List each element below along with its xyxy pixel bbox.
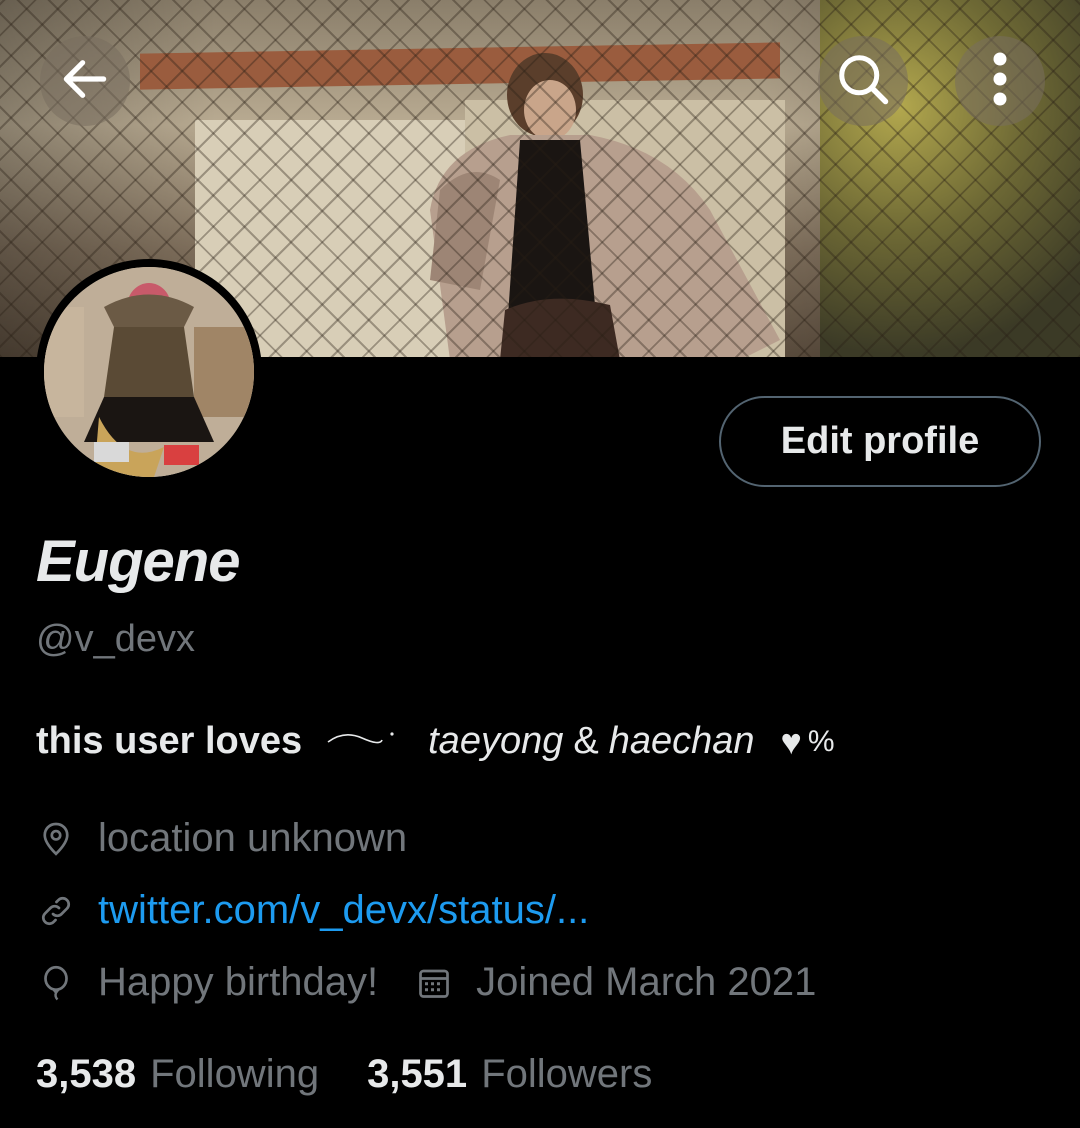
follow-stats: 3,538 Following 3,551 Followers (36, 1052, 652, 1097)
arrow-left-icon (57, 51, 113, 112)
joined-date-text: Joined March 2021 (476, 960, 817, 1004)
bio-ampersand: & (573, 720, 599, 762)
avatar[interactable] (44, 267, 254, 477)
user-handle: @v_devx (36, 618, 195, 660)
followers-link[interactable]: 3,551 Followers (367, 1052, 652, 1097)
following-label: Following (150, 1052, 320, 1096)
calendar-icon (414, 963, 454, 1003)
website-link[interactable]: twitter.com/v_devx/status/... (98, 888, 589, 933)
location-pin-icon (36, 819, 76, 859)
balloon-icon (36, 963, 76, 1003)
followers-count: 3,551 (367, 1052, 468, 1096)
display-name: Eugene (36, 529, 240, 594)
more-button[interactable] (955, 36, 1045, 126)
profile-bio: this user loves taeyong & haechan ♥ % (36, 720, 835, 763)
birthday-text: Happy birthday! (98, 960, 379, 1004)
following-count: 3,538 (36, 1052, 137, 1096)
heart-icon: ♥ (780, 720, 802, 762)
followers-label: Followers (481, 1052, 653, 1096)
location-text: location unknown (98, 816, 408, 860)
link-icon (36, 891, 76, 931)
bio-text-taeyong: taeyong (428, 720, 564, 762)
bio-text-loves: this user loves (36, 720, 303, 762)
search-icon (833, 49, 893, 114)
bio-percent: % (807, 724, 835, 758)
following-link[interactable]: 3,538 Following (36, 1052, 319, 1097)
location-row: location unknown (36, 816, 407, 861)
dates-row: Happy birthday! Joined March 2021 (36, 960, 816, 1005)
search-button[interactable] (818, 36, 908, 126)
website-row: twitter.com/v_devx/status/... (36, 888, 589, 933)
back-button[interactable] (40, 36, 130, 126)
squiggle-decoration-icon (326, 726, 396, 757)
more-vertical-icon (990, 49, 1010, 114)
bio-text-haechan: haechan (608, 720, 755, 762)
edit-profile-button[interactable]: Edit profile (719, 396, 1041, 487)
avatar-frame (36, 259, 262, 485)
